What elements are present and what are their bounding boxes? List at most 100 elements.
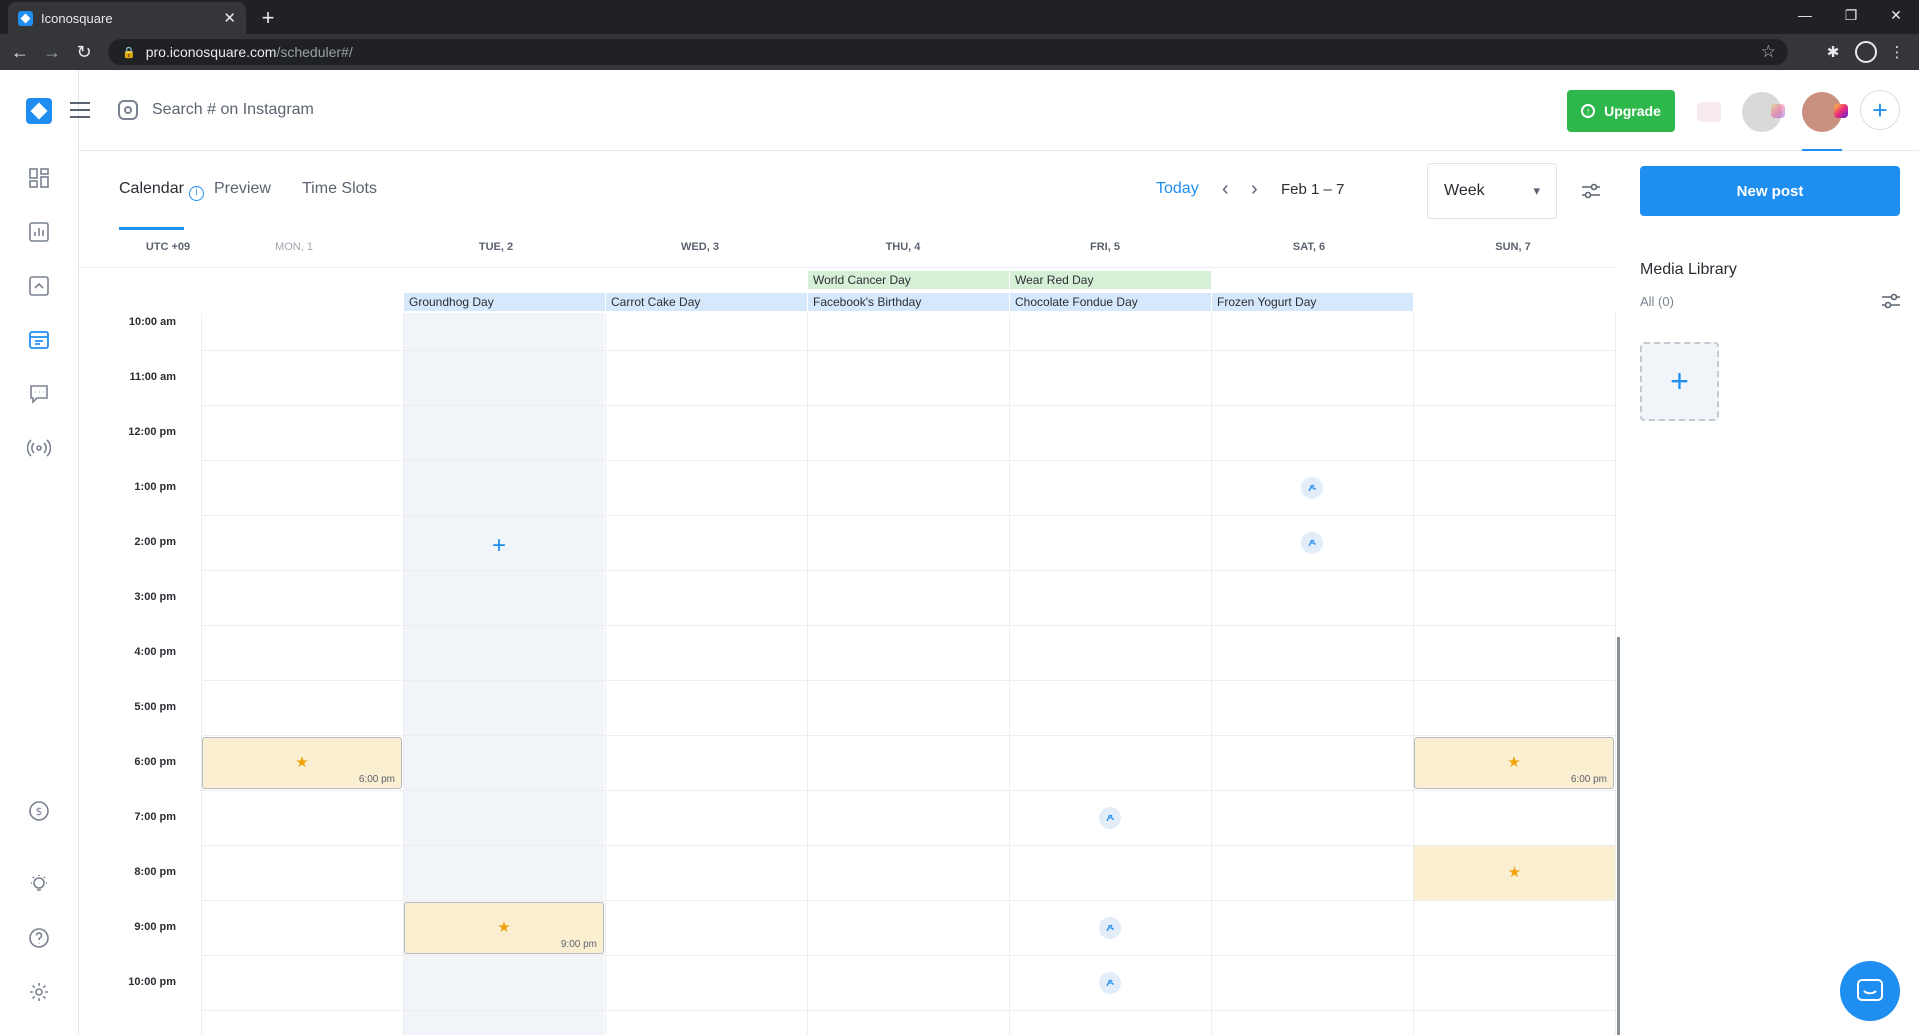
scheduler-icon[interactable] [26, 327, 52, 353]
lock-icon: 🔒 [122, 46, 136, 59]
holiday-event[interactable]: Carrot Cake Day [605, 293, 807, 311]
time-slot-icon[interactable]: ዶ [1301, 477, 1323, 499]
dashboard-icon[interactable] [26, 165, 52, 191]
add-account-button[interactable]: + [1860, 90, 1900, 130]
tab-preview[interactable]: Preview [214, 180, 271, 198]
holiday-event[interactable]: Facebook's Birthday [807, 293, 1009, 311]
reload-icon[interactable]: ↻ [72, 40, 96, 64]
view-select-value: Week [1444, 182, 1485, 199]
new-tab-button[interactable]: + [254, 4, 282, 32]
hour-divider [201, 790, 1615, 791]
media-library-filter-all[interactable]: All (0) [1640, 294, 1674, 309]
holiday-event[interactable]: World Cancer Day [807, 271, 1009, 289]
search-instagram-input[interactable]: Search # on Instagram [118, 96, 314, 124]
header-divider [79, 267, 1616, 268]
day-header-mon: MON, 1 [275, 241, 313, 253]
holiday-event[interactable]: Frozen Yogurt Day [1211, 293, 1413, 311]
star-icon: ★ [497, 919, 511, 937]
holiday-event[interactable]: Chocolate Fondue Day [1009, 293, 1211, 311]
hour-label: 4:00 pm [134, 646, 176, 658]
browser-tabstrip: Iconosquare ✕ + — ❐ ✕ [0, 0, 1919, 34]
day-divider [807, 313, 808, 1035]
next-week-icon[interactable]: › [1251, 178, 1258, 201]
hour-label: 6:00 pm [134, 756, 176, 768]
address-bar[interactable]: 🔒 pro.iconosquare.com/scheduler#/ ☆ [108, 39, 1788, 65]
messages-icon[interactable] [26, 381, 52, 407]
iconosquare-favicon-icon [18, 10, 33, 26]
hour-label: 3:00 pm [134, 591, 176, 603]
hour-label: 11:00 am [129, 371, 176, 383]
time-slot-icon[interactable]: ዶ [1099, 972, 1121, 994]
profile-icon[interactable] [1855, 41, 1877, 63]
restore-icon[interactable]: ❐ [1828, 0, 1874, 30]
hour-label: 10:00 am [128, 316, 176, 328]
scheduled-post[interactable]: ★ 6:00 pm [1414, 737, 1614, 789]
hour-label: 8:00 pm [134, 866, 176, 878]
tab-time-slots[interactable]: Time Slots [302, 180, 377, 198]
bookmark-star-icon[interactable]: ☆ [1761, 42, 1776, 62]
scheduled-post[interactable]: ★ [1414, 846, 1615, 900]
media-library-title: Media Library [1640, 261, 1737, 278]
chevron-down-icon: ▾ [1533, 183, 1540, 198]
iconosquare-logo[interactable] [26, 98, 52, 124]
calendar-filter-icon[interactable] [1580, 180, 1602, 202]
scheduled-post[interactable]: ★ 9:00 pm [404, 902, 604, 954]
browser-tab-title: Iconosquare [41, 10, 113, 26]
info-icon[interactable]: i [188, 186, 204, 201]
star-icon: ★ [1507, 864, 1522, 882]
help-icon[interactable] [26, 925, 52, 951]
day-divider [201, 313, 202, 1035]
time-slot-icon[interactable]: ዶ [1099, 807, 1121, 829]
instagram-icon [118, 100, 138, 120]
star-icon: ★ [1507, 754, 1521, 772]
calendar-scrollbar[interactable] [1617, 637, 1620, 1035]
star-icon: ★ [295, 754, 309, 772]
timezone-label: UTC +09 [145, 241, 191, 253]
hour-label: 2:00 pm [134, 536, 176, 548]
upgrade-button[interactable]: ↑ Upgrade [1567, 90, 1675, 132]
hour-divider [201, 955, 1615, 956]
analytics-icon[interactable] [26, 219, 52, 245]
instagram-badge-icon [1771, 104, 1785, 118]
browser-menu-icon[interactable]: ⋮ [1886, 41, 1908, 63]
close-tab-icon[interactable]: ✕ [223, 9, 236, 27]
url-path: /scheduler#/ [276, 44, 353, 60]
forward-icon[interactable]: → [40, 40, 64, 64]
hour-divider [201, 570, 1615, 571]
time-slot-icon[interactable]: ዶ [1099, 917, 1121, 939]
day-divider [1413, 313, 1414, 1035]
add-media-button[interactable]: + [1640, 342, 1719, 421]
hour-label: 7:00 pm [134, 811, 176, 823]
account-avatar-1[interactable] [1697, 102, 1721, 122]
browser-tab[interactable]: Iconosquare ✕ [8, 2, 246, 34]
settings-icon[interactable] [26, 979, 52, 1005]
view-select[interactable]: Week ▾ [1427, 163, 1557, 219]
add-post-in-cell-icon[interactable]: + [492, 532, 506, 560]
hour-divider [201, 680, 1615, 681]
scheduled-post[interactable]: ★ 6:00 pm [202, 737, 402, 789]
hour-divider [201, 460, 1615, 461]
hour-divider [201, 735, 1615, 736]
day-divider [1009, 313, 1010, 1035]
previous-week-icon[interactable]: ‹ [1222, 178, 1229, 201]
hour-label: 9:00 pm [134, 921, 176, 933]
menu-icon[interactable] [70, 102, 90, 118]
media-filter-icon[interactable] [1880, 290, 1902, 312]
holiday-event[interactable]: Groundhog Day [403, 293, 605, 311]
hour-label: 10:00 pm [128, 976, 176, 988]
billing-icon[interactable]: $ [26, 798, 52, 824]
today-button[interactable]: Today [1156, 180, 1199, 198]
holiday-event[interactable]: Wear Red Day [1009, 271, 1211, 289]
time-slot-icon[interactable]: ዶ [1301, 532, 1323, 554]
extensions-icon[interactable]: ✱ [1822, 41, 1844, 63]
back-icon[interactable]: ← [8, 40, 32, 64]
listening-icon[interactable] [26, 435, 52, 461]
new-post-button[interactable]: New post [1640, 166, 1900, 216]
close-window-icon[interactable]: ✕ [1873, 0, 1919, 30]
ideas-icon[interactable] [26, 871, 52, 897]
tab-calendar[interactable]: Calendar i [119, 180, 204, 201]
minimize-icon[interactable]: — [1782, 0, 1828, 30]
day-divider [1615, 313, 1616, 1035]
media-icon[interactable] [26, 273, 52, 299]
support-chat-button[interactable] [1840, 961, 1900, 1021]
